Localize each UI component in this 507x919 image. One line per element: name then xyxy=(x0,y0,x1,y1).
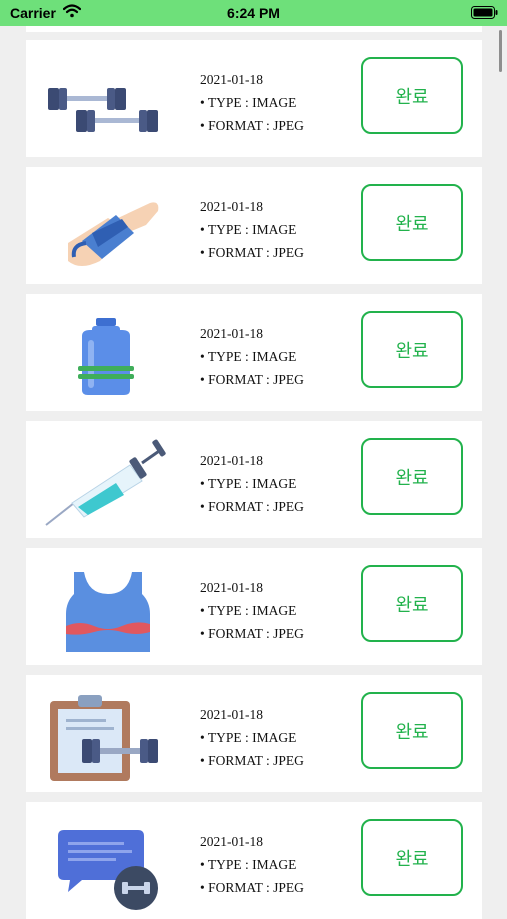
item-date: 2021-01-18 xyxy=(200,707,263,722)
dumbbells-icon xyxy=(38,46,178,151)
item-info: 2021-01-18 • TYPE : IMAGE • FORMAT : JPE… xyxy=(200,576,304,645)
item-date: 2021-01-18 xyxy=(200,72,263,87)
tank-top-icon xyxy=(38,554,178,659)
item-type: • TYPE : IMAGE xyxy=(200,603,297,618)
item-type: • TYPE : IMAGE xyxy=(200,349,297,364)
item-info: 2021-01-18 • TYPE : IMAGE • FORMAT : JPE… xyxy=(200,195,304,264)
water-bottle-icon xyxy=(38,300,178,405)
list-item[interactable]: 2021-01-18 • TYPE : IMAGE • FORMAT : JPE… xyxy=(26,802,482,919)
item-format: • FORMAT : JPEG xyxy=(200,118,304,133)
list-item[interactable]: 2021-01-18 • TYPE : IMAGE • FORMAT : JPE… xyxy=(26,548,482,665)
item-info: 2021-01-18 • TYPE : IMAGE • FORMAT : JPE… xyxy=(200,830,304,899)
item-format: • FORMAT : JPEG xyxy=(200,626,304,641)
list-item[interactable]: 2021-01-18 • TYPE : IMAGE • FORMAT : JPE… xyxy=(26,421,482,538)
item-type: • TYPE : IMAGE xyxy=(200,857,297,872)
complete-button[interactable]: 완료 xyxy=(361,438,463,515)
item-date: 2021-01-18 xyxy=(200,199,263,214)
complete-button[interactable]: 완료 xyxy=(361,311,463,388)
item-date: 2021-01-18 xyxy=(200,580,263,595)
list-item[interactable]: 2021-01-18 • TYPE : IMAGE • FORMAT : JPE… xyxy=(26,294,482,411)
item-info: 2021-01-18 • TYPE : IMAGE • FORMAT : JPE… xyxy=(200,68,304,137)
item-type: • TYPE : IMAGE xyxy=(200,222,297,237)
complete-button[interactable]: 완료 xyxy=(361,565,463,642)
item-info: 2021-01-18 • TYPE : IMAGE • FORMAT : JPE… xyxy=(200,322,304,391)
scrollbar[interactable] xyxy=(499,30,502,72)
wrist-wrap-icon xyxy=(38,173,178,278)
syringe-icon xyxy=(38,427,178,532)
item-type: • TYPE : IMAGE xyxy=(200,95,297,110)
item-date: 2021-01-18 xyxy=(200,453,263,468)
complete-button[interactable]: 완료 xyxy=(361,184,463,261)
list-item[interactable]: 2021-01-18 • TYPE : IMAGE • FORMAT : JPE… xyxy=(26,167,482,284)
item-format: • FORMAT : JPEG xyxy=(200,753,304,768)
item-format: • FORMAT : JPEG xyxy=(200,372,304,387)
list-item[interactable]: 2021-01-18 • TYPE : IMAGE • FORMAT : JPE… xyxy=(26,40,482,157)
item-info: 2021-01-18 • TYPE : IMAGE • FORMAT : JPE… xyxy=(200,703,304,772)
item-date: 2021-01-18 xyxy=(200,834,263,849)
complete-button[interactable]: 완료 xyxy=(361,57,463,134)
item-type: • TYPE : IMAGE xyxy=(200,730,297,745)
complete-button[interactable]: 완료 xyxy=(361,692,463,769)
complete-button[interactable]: 완료 xyxy=(361,819,463,896)
chat-bubble-icon xyxy=(38,808,178,913)
item-format: • FORMAT : JPEG xyxy=(200,880,304,895)
item-format: • FORMAT : JPEG xyxy=(200,499,304,514)
clipboard-dumbbell-icon xyxy=(38,681,178,786)
item-type: • TYPE : IMAGE xyxy=(200,476,297,491)
image-list[interactable]: 2021-01-18 • TYPE : IMAGE • FORMAT : JPE… xyxy=(0,0,507,919)
list-item[interactable]: 2021-01-18 • TYPE : IMAGE • FORMAT : JPE… xyxy=(26,675,482,792)
item-info: 2021-01-18 • TYPE : IMAGE • FORMAT : JPE… xyxy=(200,449,304,518)
item-format: • FORMAT : JPEG xyxy=(200,245,304,260)
item-date: 2021-01-18 xyxy=(200,326,263,341)
